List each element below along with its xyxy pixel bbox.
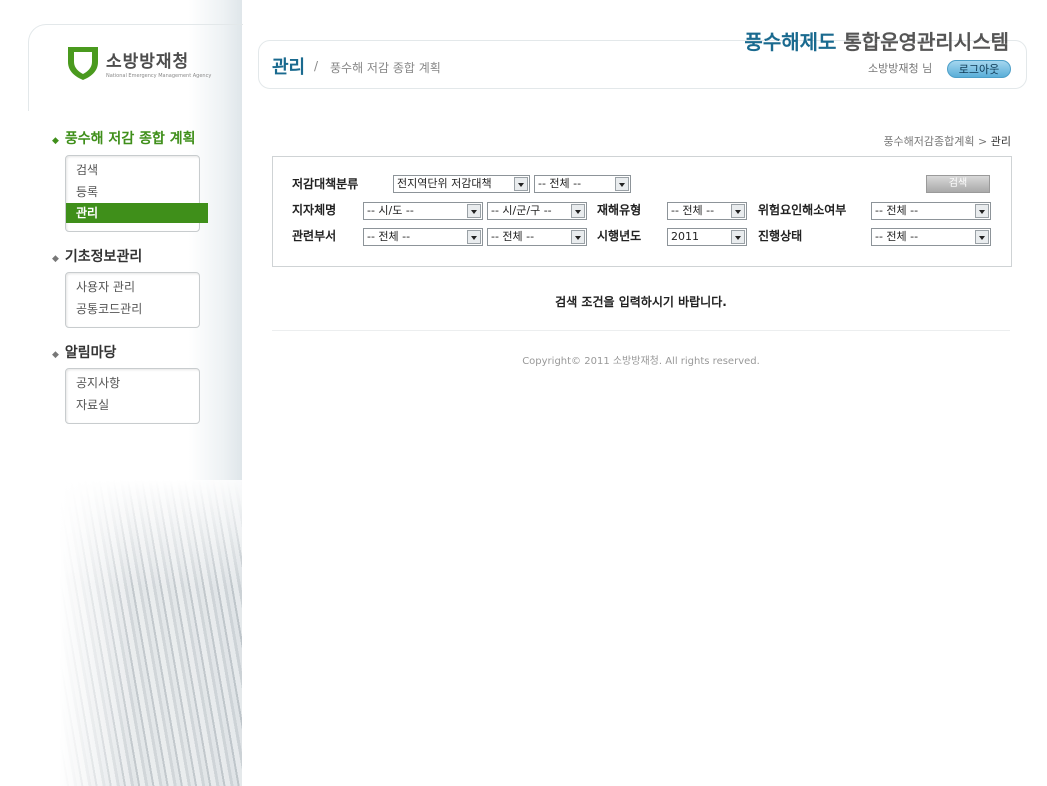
search-notice: 검색 조건을 입력하시기 바랍니다. [555, 295, 727, 309]
heading-separator: / [314, 59, 319, 73]
sub-department-select[interactable]: -- 전체 -- [487, 228, 587, 246]
sido-select[interactable]: -- 시/도 -- [363, 202, 483, 220]
breadcrumb-current: 관리 [990, 135, 1011, 148]
system-title-part2: 통합운영관리시스템 [843, 30, 1009, 54]
user-name: 소방방재청 님 [868, 62, 933, 75]
shield-icon [68, 47, 98, 80]
dropdown-arrow-icon [514, 177, 528, 191]
category-detail-select[interactable]: -- 전체 -- [534, 175, 631, 193]
department-select[interactable]: -- 전체 -- [363, 228, 483, 246]
dropdown-arrow-icon [731, 230, 745, 244]
disaster-type-select[interactable]: -- 전체 -- [667, 202, 747, 220]
dropdown-arrow-icon [571, 204, 585, 218]
breadcrumb-separator: > [978, 135, 988, 148]
menu-section-label: 기초정보관리 [64, 249, 143, 265]
diamond-bullet-icon: ◆ [52, 350, 59, 360]
menu-section-label: 풍수해 저감 종합 계획 [64, 131, 196, 147]
sidebar-item-manage[interactable]: 관리 [66, 203, 208, 223]
menu-section-label: 알림마당 [64, 345, 117, 361]
diamond-bullet-icon: ◆ [52, 136, 59, 146]
menu-section-basic-info[interactable]: ◆ 기초정보관리 [52, 246, 142, 266]
logo-subtext: National Emergency Management Agency [106, 73, 212, 79]
footer-divider [272, 330, 1010, 331]
sidebar-item-code-management[interactable]: 공통코드관리 [66, 298, 199, 320]
copyright: Copyright© 2011 소방방재청. All rights reserv… [522, 356, 760, 367]
sidebar-item-user-management[interactable]: 사용자 관리 [66, 276, 199, 298]
dropdown-arrow-icon [975, 204, 989, 218]
logo-text: 소방방재청 [106, 52, 190, 72]
risk-factor-label: 위험요인해소여부 [758, 203, 847, 217]
system-title: 풍수해제도 통합운영관리시스템 [744, 26, 1009, 55]
search-button[interactable]: 검색 [926, 175, 990, 193]
select-value: -- 전체 -- [875, 230, 919, 243]
dropdown-arrow-icon [731, 204, 745, 218]
dropdown-arrow-icon [467, 204, 481, 218]
dropdown-arrow-icon [975, 230, 989, 244]
diamond-bullet-icon: ◆ [52, 254, 59, 264]
department-label: 관련부서 [292, 229, 337, 243]
dropdown-arrow-icon [571, 230, 585, 244]
submenu-notice: 공지사항 자료실 [65, 368, 200, 424]
risk-factor-select[interactable]: -- 전체 -- [871, 202, 991, 220]
sidebar-item-archive[interactable]: 자료실 [66, 394, 199, 416]
submenu-basic-info: 사용자 관리 공통코드관리 [65, 272, 200, 328]
dropdown-arrow-icon [467, 230, 481, 244]
disaster-type-label: 재해유형 [597, 203, 642, 217]
breadcrumb: 풍수해저감종합계획 > 관리 [883, 133, 1011, 149]
logout-button[interactable]: 로그아웃 [947, 60, 1011, 78]
breadcrumb-parent[interactable]: 풍수해저감종합계획 [883, 135, 974, 148]
logo[interactable]: 소방방재청 National Emergency Management Agen… [66, 44, 211, 82]
category-label: 저감대책분류 [292, 177, 359, 191]
select-value: -- 전체 -- [875, 204, 919, 217]
select-value: 전지역단위 저감대책 [397, 177, 492, 190]
status-select[interactable]: -- 전체 -- [871, 228, 991, 246]
year-select[interactable]: 2011 [667, 228, 747, 246]
sidebar-item-register[interactable]: 등록 [66, 181, 199, 203]
page-title: 관리 [272, 57, 306, 78]
municipality-label: 지자체명 [292, 203, 337, 217]
dropdown-arrow-icon [615, 177, 629, 191]
sidebar-photo [60, 480, 242, 786]
status-label: 진행상태 [758, 229, 803, 243]
menu-section-notice[interactable]: ◆ 알림마당 [52, 342, 116, 362]
category-select[interactable]: 전지역단위 저감대책 [393, 175, 530, 193]
select-value: -- 시/도 -- [367, 204, 414, 217]
menu-section-plan[interactable]: ◆ 풍수해 저감 종합 계획 [52, 128, 195, 148]
submenu-plan: 검색 등록 관리 [65, 155, 208, 232]
select-value: -- 전체 -- [367, 230, 411, 243]
sidebar-item-search[interactable]: 검색 [66, 159, 199, 181]
system-title-part1: 풍수해제도 [744, 30, 837, 54]
page-subtitle: 풍수해 저감 종합 계획 [330, 61, 441, 75]
sidebar-item-announcements[interactable]: 공지사항 [66, 372, 199, 394]
sigungu-select[interactable]: -- 시/군/구 -- [487, 202, 587, 220]
year-label: 시행년도 [597, 229, 642, 243]
